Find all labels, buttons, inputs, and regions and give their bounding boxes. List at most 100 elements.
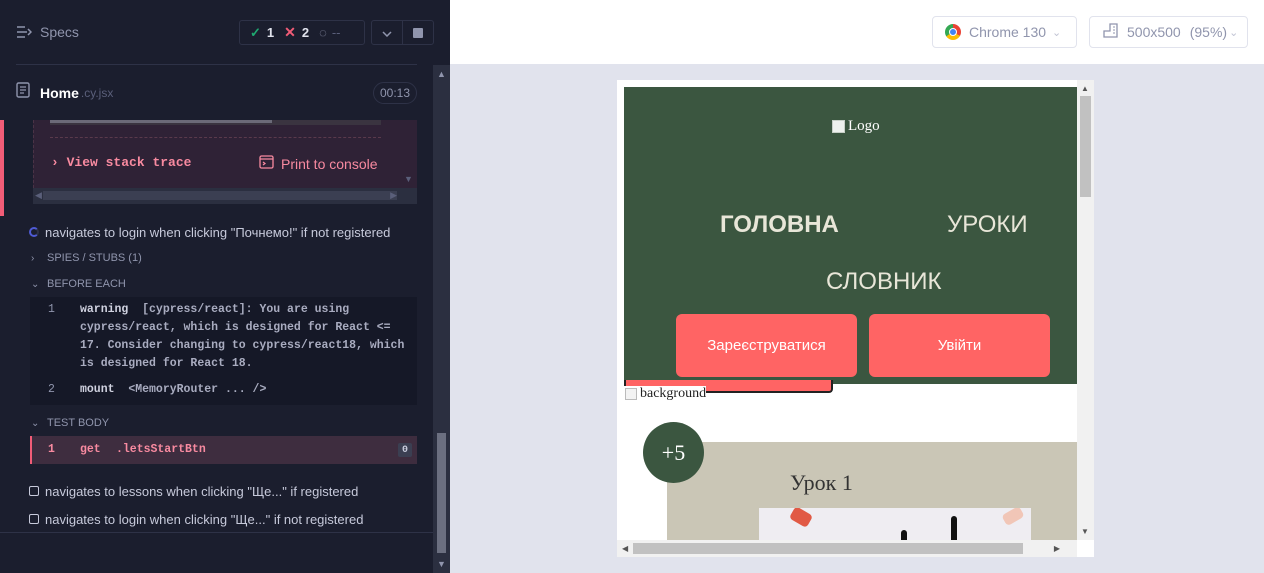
stop-button[interactable] — [402, 21, 433, 44]
failed-command-row[interactable]: 1 get .letsStartBtn 0 — [30, 436, 417, 464]
pending-test-icon — [29, 514, 39, 524]
passed-count: 1 — [266, 25, 275, 40]
background-alt-text: background — [640, 386, 707, 401]
test-body-section[interactable]: ⌄ TEST BODY — [31, 417, 109, 429]
scroll-down-arrow-icon[interactable]: ▼ — [404, 174, 413, 184]
ruler-icon — [1103, 23, 1118, 41]
terminal-icon — [259, 155, 274, 172]
background-image: background — [624, 386, 707, 402]
browser-selector[interactable]: Chrome 130 ⌄ — [932, 16, 1077, 48]
reporter-panel: Specs ✓ 1 ✕ 2 ◌ -- Home .cy.jsx 00:13 › … — [0, 0, 450, 573]
command-number: 1 — [48, 443, 55, 456]
chevron-down-icon — [382, 24, 392, 42]
toggle-auto-scroll-button[interactable] — [372, 21, 402, 44]
logo-alt-text: Logo — [848, 118, 880, 134]
scroll-up-arrow-icon[interactable]: ▲ — [437, 69, 446, 79]
scroll-left-arrow-icon[interactable]: ◀ — [622, 544, 628, 553]
document-icon — [16, 82, 30, 103]
element-count-badge: 0 — [398, 443, 412, 457]
points-badge: +5 — [643, 422, 704, 483]
scroll-right-arrow-icon[interactable]: ▶ — [390, 190, 397, 201]
scrollbar-thumb[interactable] — [1080, 96, 1091, 197]
broken-image-icon — [832, 120, 845, 133]
scrollbar-thumb[interactable] — [633, 543, 1023, 554]
command-number: 2 — [48, 383, 55, 396]
stop-icon — [413, 27, 423, 38]
scroll-down-arrow-icon[interactable]: ▼ — [1081, 527, 1089, 536]
scroll-right-arrow-icon[interactable]: ▶ — [1054, 544, 1060, 553]
test-body-label: TEST BODY — [47, 417, 110, 429]
chevron-right-icon: › — [31, 252, 35, 264]
scrollbar-thumb[interactable] — [43, 191, 397, 200]
print-to-console-button[interactable]: Print to console — [259, 155, 378, 172]
site-logo[interactable]: Logo — [832, 118, 880, 135]
login-button[interactable]: Увійти — [869, 314, 1050, 377]
x-icon: ✕ — [284, 24, 296, 40]
spec-duration: 00:13 — [372, 82, 417, 104]
site-header: Logo ГОЛОВНА УРОКИ СЛОВНИК Зареєструвати… — [624, 87, 1077, 384]
test-title: navigates to login when clicking "Ще..."… — [45, 511, 364, 527]
pending-count: -- — [331, 25, 341, 40]
command-message-text: <MemoryRouter ... /> — [128, 383, 267, 396]
failed-stat: ✕ 2 — [284, 24, 309, 41]
print-to-console-label: Print to console — [281, 155, 378, 172]
check-icon: ✓ — [250, 24, 261, 40]
view-stack-trace-button[interactable]: › View stack trace — [51, 155, 191, 170]
nav-link-lessons[interactable]: УРОКИ — [947, 211, 1028, 239]
command-row[interactable]: 1 warning [cypress/react]: You are using… — [30, 301, 417, 377]
pending-icon: ◌ — [319, 25, 327, 40]
scroll-left-arrow-icon[interactable]: ◀ — [35, 190, 42, 201]
nav-link-home[interactable]: ГОЛОВНА — [720, 211, 839, 239]
aut-header: Chrome 130 ⌄ 500x500 (95%) ⌄ — [450, 0, 1264, 64]
viewport-horizontal-scrollbar[interactable]: ◀ ▶ — [617, 540, 1077, 557]
spies-stubs-label: SPIES / STUBS (1) — [47, 252, 142, 264]
nav-link-dictionary[interactable]: СЛОВНИК — [826, 268, 942, 296]
specs-label: Specs — [40, 24, 79, 40]
viewport-vertical-scrollbar[interactable]: ▲ ▼ — [1077, 80, 1094, 540]
error-vertical-scrollbar[interactable]: ▼ — [401, 120, 417, 188]
running-spinner-icon — [29, 227, 39, 237]
lesson-title: Урок 1 — [790, 470, 853, 495]
spies-stubs-section[interactable]: › SPIES / STUBS (1) — [31, 252, 142, 264]
error-panel: › View stack trace Print to console ▼ ◀ … — [0, 120, 433, 216]
code-frame-scrollbar[interactable] — [50, 120, 381, 125]
command-name: warning — [80, 303, 129, 316]
test-list: › View stack trace Print to console ▼ ◀ … — [0, 120, 433, 533]
error-divider — [50, 137, 381, 138]
app-under-test-panel: Chrome 130 ⌄ 500x500 (95%) ⌄ Logo ГОЛОВН… — [450, 0, 1264, 573]
error-horizontal-scrollbar[interactable]: ◀ ▶ — [33, 188, 417, 204]
lesson-image-detail — [1001, 508, 1025, 527]
reporter-scrollbar[interactable]: ▲ ▼ — [433, 65, 450, 573]
specs-button[interactable]: Specs — [16, 24, 79, 40]
chrome-icon — [945, 24, 961, 40]
lesson-image-detail — [788, 508, 814, 529]
command-number: 1 — [48, 303, 55, 316]
error-content — [33, 120, 417, 188]
test-item[interactable]: navigates to lessons when clicking "Ще..… — [0, 483, 433, 499]
command-message: warning [cypress/react]: You are using c… — [80, 301, 410, 373]
broken-image-icon — [625, 388, 637, 400]
spec-file-name: Home — [40, 84, 79, 101]
stack-trace-label: View stack trace — [66, 155, 192, 170]
run-controls — [371, 20, 434, 45]
test-running[interactable]: navigates to login when clicking "Почнем… — [0, 224, 433, 240]
browser-name: Chrome 130 — [969, 24, 1047, 40]
before-each-section[interactable]: ⌄ BEFORE EACH — [31, 278, 126, 290]
test-title: navigates to login when clicking "Почнем… — [45, 224, 391, 240]
scrollbar-thumb[interactable] — [437, 433, 446, 553]
chevron-down-icon: ⌄ — [1229, 26, 1239, 39]
scroll-down-arrow-icon[interactable]: ▼ — [437, 559, 446, 569]
command-message-text: [cypress/react]: You are using cypress/r… — [80, 303, 412, 370]
pending-stat: ◌ -- — [319, 25, 340, 40]
spec-header: Home .cy.jsx 00:13 — [16, 64, 417, 120]
chevron-right-icon: › — [51, 155, 59, 170]
before-each-label: BEFORE EACH — [47, 278, 126, 290]
spec-file-extension: .cy.jsx — [80, 85, 114, 100]
viewport-selector[interactable]: 500x500 (95%) ⌄ — [1089, 16, 1248, 48]
before-each-commands: 1 warning [cypress/react]: You are using… — [30, 297, 417, 405]
scroll-up-arrow-icon[interactable]: ▲ — [1081, 84, 1089, 93]
command-row[interactable]: 2 mount <MemoryRouter ... /> — [30, 381, 417, 399]
register-button[interactable]: Зареєструватися — [676, 314, 857, 377]
chevron-down-icon: ⌄ — [31, 278, 40, 290]
test-item[interactable]: navigates to login when clicking "Ще..."… — [0, 511, 433, 527]
